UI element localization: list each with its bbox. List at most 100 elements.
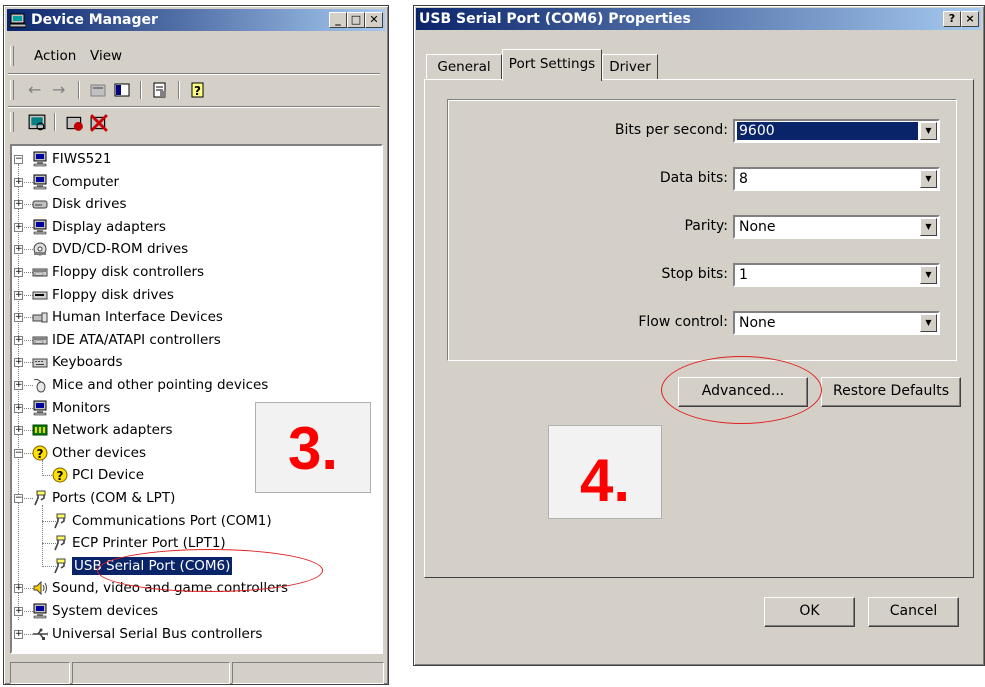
tree-category-item[interactable]: IDE ATA/ATAPI controllers — [52, 329, 221, 351]
expand-icon[interactable]: + — [14, 268, 23, 277]
collapse-icon[interactable]: − — [14, 448, 23, 458]
parity-label: Parity: — [684, 218, 728, 234]
tree-category-item[interactable]: Monitors — [52, 397, 110, 419]
help-icon[interactable]: ? — [190, 82, 206, 98]
tab-driver[interactable]: Driver — [602, 54, 658, 80]
scan-hardware-icon[interactable] — [28, 114, 46, 132]
device-manager-icon — [10, 13, 26, 28]
chevron-down-icon[interactable]: ▼ — [920, 122, 937, 140]
step-3-callout: 3. — [255, 402, 371, 493]
toolbar-grip — [10, 112, 14, 132]
tree-category-item[interactable]: Floppy disk drives — [52, 284, 174, 306]
usb-serial-highlight-oval — [97, 549, 323, 592]
question-icon: ? — [52, 467, 68, 483]
advanced-highlight-oval — [661, 356, 822, 424]
tree-category-item[interactable]: Network adapters — [52, 419, 173, 441]
minimize-button[interactable]: _ — [329, 12, 347, 28]
properties-dialog: USB Serial Port (COM6) Properties ? × Ge… — [413, 5, 985, 666]
monitor-icon — [32, 400, 48, 416]
controller-icon — [32, 264, 48, 280]
expand-icon[interactable]: + — [14, 358, 23, 368]
usb-icon — [32, 626, 48, 642]
menu-action[interactable]: Action — [34, 44, 76, 68]
disable-device-icon[interactable] — [66, 114, 84, 132]
forward-arrow-icon[interactable]: → — [52, 80, 65, 99]
help-button[interactable]: ? — [943, 11, 961, 27]
expand-icon[interactable]: + — [14, 222, 23, 232]
collapse-root-icon[interactable]: − — [14, 155, 23, 164]
restore-defaults-button[interactable]: Restore Defaults — [821, 377, 961, 407]
flow-control-select[interactable]: None ▼ — [733, 311, 940, 335]
controller-icon — [32, 332, 48, 348]
hid-icon — [32, 309, 48, 325]
toolbar-separator — [178, 81, 180, 99]
tree-category-item[interactable]: DVD/CD-ROM drives — [52, 238, 188, 260]
chevron-down-icon[interactable]: ▼ — [920, 266, 937, 284]
toolbar-grip — [10, 80, 14, 100]
parity-value: None — [739, 219, 776, 235]
tree-category-item[interactable]: Floppy disk controllers — [52, 261, 204, 283]
collapse-icon[interactable]: − — [14, 494, 23, 503]
menu-view[interactable]: View — [90, 44, 122, 68]
expand-icon[interactable]: + — [14, 313, 23, 323]
expand-icon[interactable]: + — [14, 403, 23, 413]
stop-bits-value: 1 — [739, 267, 748, 283]
cancel-button[interactable]: Cancel — [868, 597, 959, 627]
expand-icon[interactable]: + — [14, 629, 23, 639]
tab-general[interactable]: General — [426, 54, 502, 80]
tree-category-item[interactable]: Display adapters — [52, 216, 166, 238]
tree-root-label[interactable]: FIWS521 — [52, 148, 111, 170]
stop-bits-label: Stop bits: — [661, 266, 728, 282]
expand-icon[interactable]: + — [14, 426, 23, 436]
back-arrow-icon[interactable]: ← — [28, 80, 41, 99]
expand-icon[interactable]: + — [14, 200, 23, 210]
menu-separator — [8, 73, 380, 75]
properties-titlebar[interactable]: USB Serial Port (COM6) Properties ? × — [416, 8, 981, 30]
expand-icon[interactable]: + — [14, 335, 23, 345]
expand-icon[interactable]: + — [14, 177, 23, 187]
toolbar-separator — [54, 113, 56, 131]
dialog-close-button[interactable]: × — [961, 11, 979, 27]
toolbar-separator — [78, 81, 80, 99]
tree-category-item[interactable]: Mice and other pointing devices — [52, 374, 268, 396]
tree-child-item[interactable]: Communications Port (COM1) — [72, 510, 272, 532]
close-button[interactable]: ✕ — [365, 12, 383, 28]
parity-select[interactable]: None ▼ — [733, 215, 940, 239]
expand-icon[interactable]: + — [14, 290, 23, 300]
tree-category-item[interactable]: Keyboards — [52, 351, 123, 373]
port-icon — [52, 513, 68, 529]
step-3-label: 3. — [287, 415, 339, 482]
tree-category-item[interactable]: Disk drives — [52, 193, 127, 215]
chevron-down-icon[interactable]: ▼ — [920, 218, 937, 236]
chevron-down-icon[interactable]: ▼ — [920, 170, 937, 188]
uninstall-device-icon[interactable] — [90, 114, 108, 132]
expand-icon[interactable]: + — [14, 381, 23, 390]
question-icon: ? — [32, 445, 48, 461]
tree-category-item[interactable]: Other devices — [52, 442, 146, 464]
expand-icon[interactable]: + — [14, 584, 23, 594]
tree-line — [18, 164, 19, 620]
ok-button[interactable]: OK — [764, 597, 855, 627]
device-manager-titlebar[interactable]: Device Manager _ □ ✕ — [7, 9, 385, 31]
bits-per-second-select[interactable]: 9600 ▼ — [733, 119, 940, 143]
stop-bits-select[interactable]: 1 ▼ — [733, 263, 940, 287]
device-manager-title: Device Manager — [31, 12, 158, 28]
tree-child-item[interactable]: PCI Device — [72, 464, 144, 486]
menu-bar: Action View — [10, 44, 380, 68]
chevron-down-icon[interactable]: ▼ — [920, 314, 937, 332]
data-bits-select[interactable]: 8 ▼ — [733, 167, 940, 191]
flow-control-value: None — [739, 315, 776, 331]
tree-category-item[interactable]: Ports (COM & LPT) — [52, 487, 175, 509]
tab-port-settings[interactable]: Port Settings — [502, 49, 602, 81]
expand-icon[interactable]: + — [14, 607, 23, 616]
properties-icon[interactable] — [152, 82, 168, 98]
status-pane-3 — [232, 662, 384, 684]
expand-icon[interactable]: + — [14, 245, 23, 255]
maximize-button[interactable]: □ — [347, 12, 365, 28]
show-hide-tree-icon[interactable] — [114, 82, 130, 98]
tree-category-item[interactable]: Computer — [52, 171, 119, 193]
tree-category-item[interactable]: Human Interface Devices — [52, 306, 223, 328]
tree-category-item[interactable]: Universal Serial Bus controllers — [52, 623, 262, 645]
tree-category-item[interactable]: System devices — [52, 600, 158, 622]
up-level-icon[interactable] — [90, 82, 106, 98]
